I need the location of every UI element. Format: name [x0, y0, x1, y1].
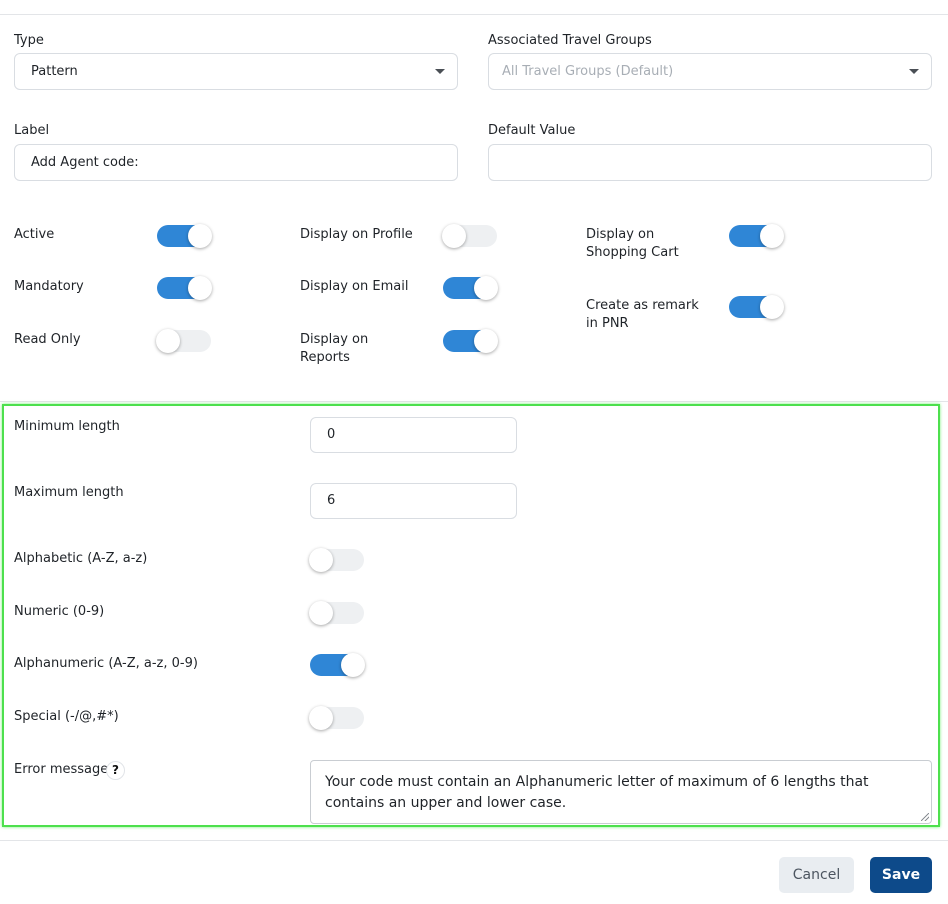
help-icon[interactable]: ?	[106, 761, 125, 780]
display-reports-label-line1: Display on	[300, 332, 369, 347]
display-reports-toggle[interactable]	[443, 329, 498, 353]
toggle-knob	[442, 224, 466, 248]
label-field-label: Label	[14, 123, 50, 138]
display-cart-label-line1: Display on	[586, 227, 655, 242]
min-length-label: Minimum length	[14, 419, 120, 434]
display-email-toggle[interactable]	[443, 276, 498, 300]
mandatory-toggle[interactable]	[157, 276, 212, 300]
display-profile-toggle[interactable]	[442, 224, 497, 248]
display-reports-label-line2: Reports	[300, 350, 350, 365]
remark-pnr-label-line2: in PNR	[586, 316, 629, 331]
toggle-knob	[474, 276, 498, 300]
min-length-input[interactable]: 0	[310, 417, 517, 453]
numeric-toggle[interactable]	[309, 601, 364, 625]
max-length-input[interactable]: 6	[310, 483, 517, 519]
remark-pnr-toggle[interactable]	[729, 295, 784, 319]
min-length-value: 0	[327, 427, 336, 442]
default-value-input[interactable]	[488, 144, 932, 181]
toggle-knob	[188, 224, 212, 248]
display-reports-label: Display on Reports	[300, 331, 368, 367]
display-cart-label: Display on Shopping Cart	[586, 226, 679, 262]
top-divider	[0, 14, 948, 15]
chevron-down-icon	[435, 69, 445, 74]
toggle-knob	[309, 548, 333, 572]
toggle-knob	[156, 329, 180, 353]
display-email-label: Display on Email	[300, 279, 409, 294]
alphabetic-toggle[interactable]	[309, 548, 364, 572]
alphabetic-label: Alphabetic (A-Z, a-z)	[14, 551, 148, 566]
toggle-knob	[341, 653, 365, 677]
toggle-knob	[474, 329, 498, 353]
default-value-label: Default Value	[488, 123, 576, 138]
travel-groups-label: Associated Travel Groups	[488, 33, 652, 48]
max-length-label: Maximum length	[14, 485, 124, 500]
read-only-toggle[interactable]	[156, 329, 211, 353]
read-only-label: Read Only	[14, 332, 81, 347]
display-profile-label: Display on Profile	[300, 227, 413, 242]
active-label: Active	[14, 227, 55, 242]
remark-pnr-label-line1: Create as remark	[586, 298, 699, 313]
toggle-knob	[309, 706, 333, 730]
toggle-knob	[760, 295, 784, 319]
footer-divider	[0, 840, 948, 841]
active-toggle[interactable]	[157, 224, 212, 248]
save-button[interactable]: Save	[870, 857, 932, 893]
max-length-value: 6	[327, 493, 336, 508]
special-toggle[interactable]	[309, 706, 364, 730]
error-message-label: Error message	[14, 762, 109, 777]
resize-handle-icon[interactable]	[921, 813, 929, 821]
special-label: Special (-/@,#*)	[14, 709, 119, 724]
error-message-value: Your code must contain an Alphanumeric l…	[325, 774, 869, 811]
numeric-label: Numeric (0-9)	[14, 604, 105, 619]
chevron-down-icon	[909, 69, 919, 74]
label-input[interactable]: Add Agent code:	[14, 144, 458, 181]
toggle-knob	[188, 276, 212, 300]
type-select[interactable]: Pattern	[14, 53, 458, 90]
alphanumeric-toggle[interactable]	[310, 653, 365, 677]
toggle-knob	[309, 601, 333, 625]
cancel-button[interactable]: Cancel	[779, 857, 854, 893]
error-message-textarea[interactable]: Your code must contain an Alphanumeric l…	[310, 760, 932, 824]
display-cart-label-line2: Shopping Cart	[586, 245, 679, 260]
toggle-knob	[760, 224, 784, 248]
label-input-value: Add Agent code:	[31, 155, 139, 170]
section-divider	[0, 401, 948, 402]
travel-groups-select[interactable]: All Travel Groups (Default)	[488, 53, 932, 90]
type-label: Type	[14, 33, 44, 48]
alphanumeric-label: Alphanumeric (A-Z, a-z, 0-9)	[14, 656, 198, 671]
display-cart-toggle[interactable]	[729, 224, 784, 248]
remark-pnr-label: Create as remark in PNR	[586, 297, 699, 333]
mandatory-label: Mandatory	[14, 279, 84, 294]
type-select-value: Pattern	[31, 64, 78, 79]
travel-groups-select-value: All Travel Groups (Default)	[502, 64, 674, 79]
